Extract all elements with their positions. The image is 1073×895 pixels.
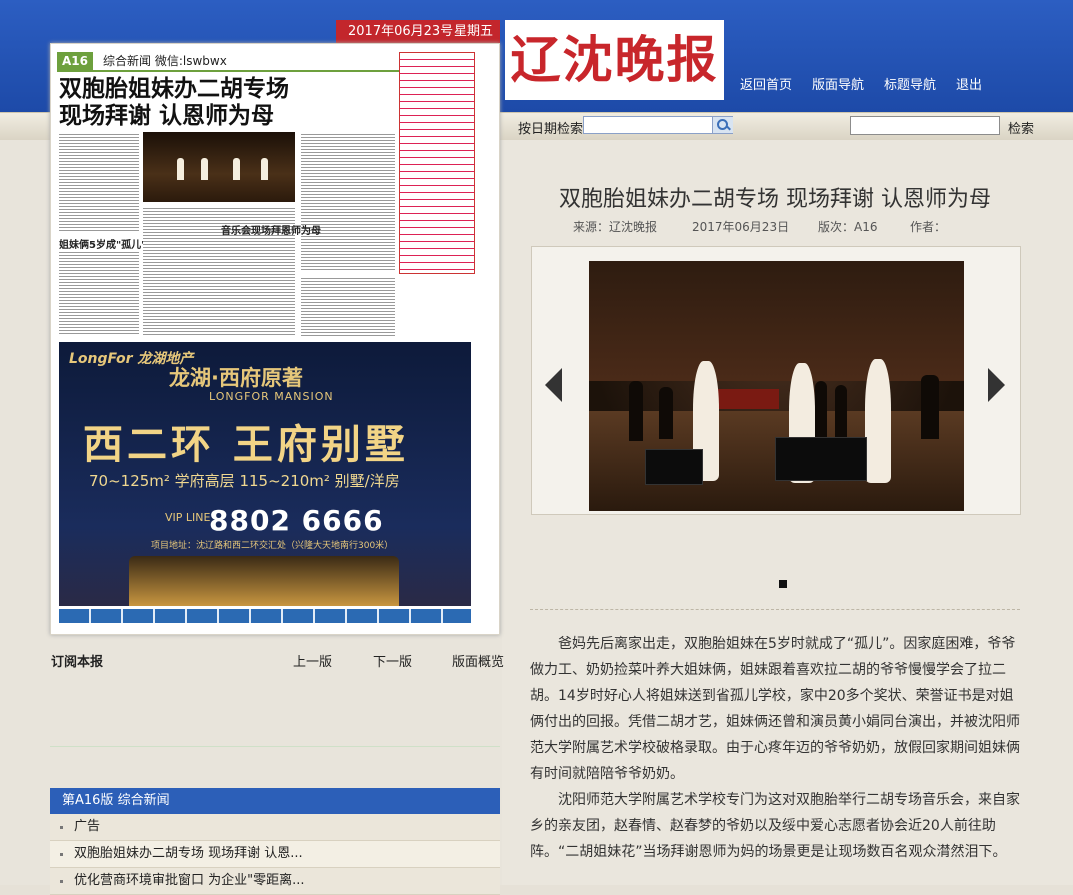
- section-article-list: 广告 双胞胎姐妹办二胡专场 现场拜谢 认恩... 优化营商环境审批窗口 为企业"…: [50, 814, 500, 895]
- paper-subhead: 姐妹俩5岁成"孤儿": [59, 240, 147, 251]
- paper-headline-line-1: 双胞胎姐妹办二胡专场: [59, 76, 289, 102]
- ad-headline: 西二环 王府别墅: [83, 422, 409, 468]
- photo-indicator[interactable]: [779, 580, 787, 588]
- article-divider: [530, 609, 1020, 610]
- logo[interactable]: 辽沈晚报: [505, 20, 724, 100]
- paper-subhead: 音乐会现场拜恩师为母: [221, 226, 321, 237]
- article-edition: 版次：A16: [818, 220, 878, 234]
- photo-viewer: [531, 246, 1021, 515]
- page-footer: [59, 609, 471, 623]
- next-page-link[interactable]: 下一版: [373, 651, 412, 670]
- page-number: A16: [57, 52, 93, 70]
- column-text: [301, 132, 395, 272]
- nav-home[interactable]: 返回首页: [740, 74, 792, 93]
- real-estate-ad[interactable]: LongFor 龙湖地产 龙湖·西府原著 LONGFOR MANSION 西二环…: [59, 342, 471, 606]
- nav-page-navigation[interactable]: 版面导航: [812, 74, 864, 93]
- list-item-label: 优化营商环境审批窗口 为企业"零距离...: [74, 873, 305, 888]
- next-photo-icon[interactable]: [988, 368, 1005, 402]
- list-item-label: 广告: [74, 819, 101, 834]
- article-author: 作者：: [910, 220, 947, 234]
- list-item[interactable]: 双胞胎姐妹办二胡专场 现场拜谢 认恩...: [50, 841, 500, 868]
- issue-date: 2017年06月23号: [348, 24, 454, 39]
- ad-phone: 8802 6666: [209, 504, 384, 537]
- paper-photo: [143, 132, 295, 202]
- article-body: 爸妈先后离家出走，双胞胎姐妹在5岁时就成了“孤儿”。因家庭困难，爷爷做力工、奶奶…: [530, 631, 1022, 865]
- ad-address: 项目地址：沈辽路和西二环交汇处（兴隆大天地南行300米）: [151, 541, 394, 551]
- article-paragraph: 爸妈先后离家出走，双胞胎姐妹在5岁时就成了“孤儿”。因家庭困难，爷爷做力工、奶奶…: [530, 636, 1020, 782]
- issue-weekday: 星期五: [454, 24, 494, 39]
- keyword-search-input[interactable]: [850, 116, 1000, 135]
- list-item-label: 双胞胎姐妹办二胡专场 现场拜谢 认恩...: [74, 846, 303, 861]
- keyword-search-button[interactable]: 检索: [1008, 118, 1034, 137]
- column-text: [301, 276, 395, 336]
- section-list-title: 第A16版 综合新闻: [50, 788, 500, 814]
- prev-page-link[interactable]: 上一版: [293, 651, 332, 670]
- weather-column: [399, 52, 475, 274]
- nav-title-navigation[interactable]: 标题导航: [884, 74, 936, 93]
- list-item[interactable]: 优化营商环境审批窗口 为企业"零距离...: [50, 868, 500, 895]
- paper-headline-line-2: 现场拜谢 认恩师为母: [59, 103, 275, 129]
- ad-vip: VIP LINE: [165, 511, 211, 524]
- date-search-input[interactable]: [583, 116, 733, 134]
- page-overview-link[interactable]: 版面概览: [452, 651, 504, 670]
- paper-headline[interactable]: 双胞胎姐妹办二胡专场 现场拜谢 认恩师为母: [59, 76, 399, 130]
- ad-areas: 70~125m² 学府高层 115~210m² 别墅/洋房: [89, 472, 400, 490]
- date-search-button[interactable]: [712, 117, 733, 133]
- article-source: 来源：辽沈晚报: [573, 220, 658, 234]
- prev-photo-icon[interactable]: [545, 368, 562, 402]
- ad-mansion: 龙湖·西府原著: [169, 366, 303, 390]
- column-text: [59, 132, 139, 232]
- list-item[interactable]: 广告: [50, 814, 500, 841]
- left-divider: [50, 746, 500, 747]
- column-text: [59, 250, 139, 336]
- search-icon: [717, 119, 728, 130]
- subscribe-link[interactable]: 订阅本报: [51, 651, 103, 670]
- ad-mansion-en: LONGFOR MANSION: [209, 390, 334, 403]
- ad-building: [129, 556, 399, 606]
- newspaper-page[interactable]: A16 综合新闻 微信:lswbwx 双胞胎姐妹办二胡专场 现场拜谢 认恩师为母…: [50, 43, 500, 635]
- article-date: 2017年06月23日: [692, 220, 790, 234]
- page-section: 综合新闻 微信:lswbwx: [103, 54, 227, 68]
- nav-logout[interactable]: 退出: [956, 74, 982, 93]
- article-title: 双胞胎姐妹办二胡专场 现场拜谢 认恩师为母: [559, 187, 991, 212]
- article-paragraph: 沈阳师范大学附属艺术学校专门为这对双胞胎举行二胡专场音乐会，来自家乡的亲友团，赵…: [530, 792, 1020, 860]
- concert-photo: [589, 261, 964, 511]
- date-search-label: 按日期检索: [518, 122, 584, 137]
- date-bar: 2017年06月23号 星期五: [336, 20, 500, 44]
